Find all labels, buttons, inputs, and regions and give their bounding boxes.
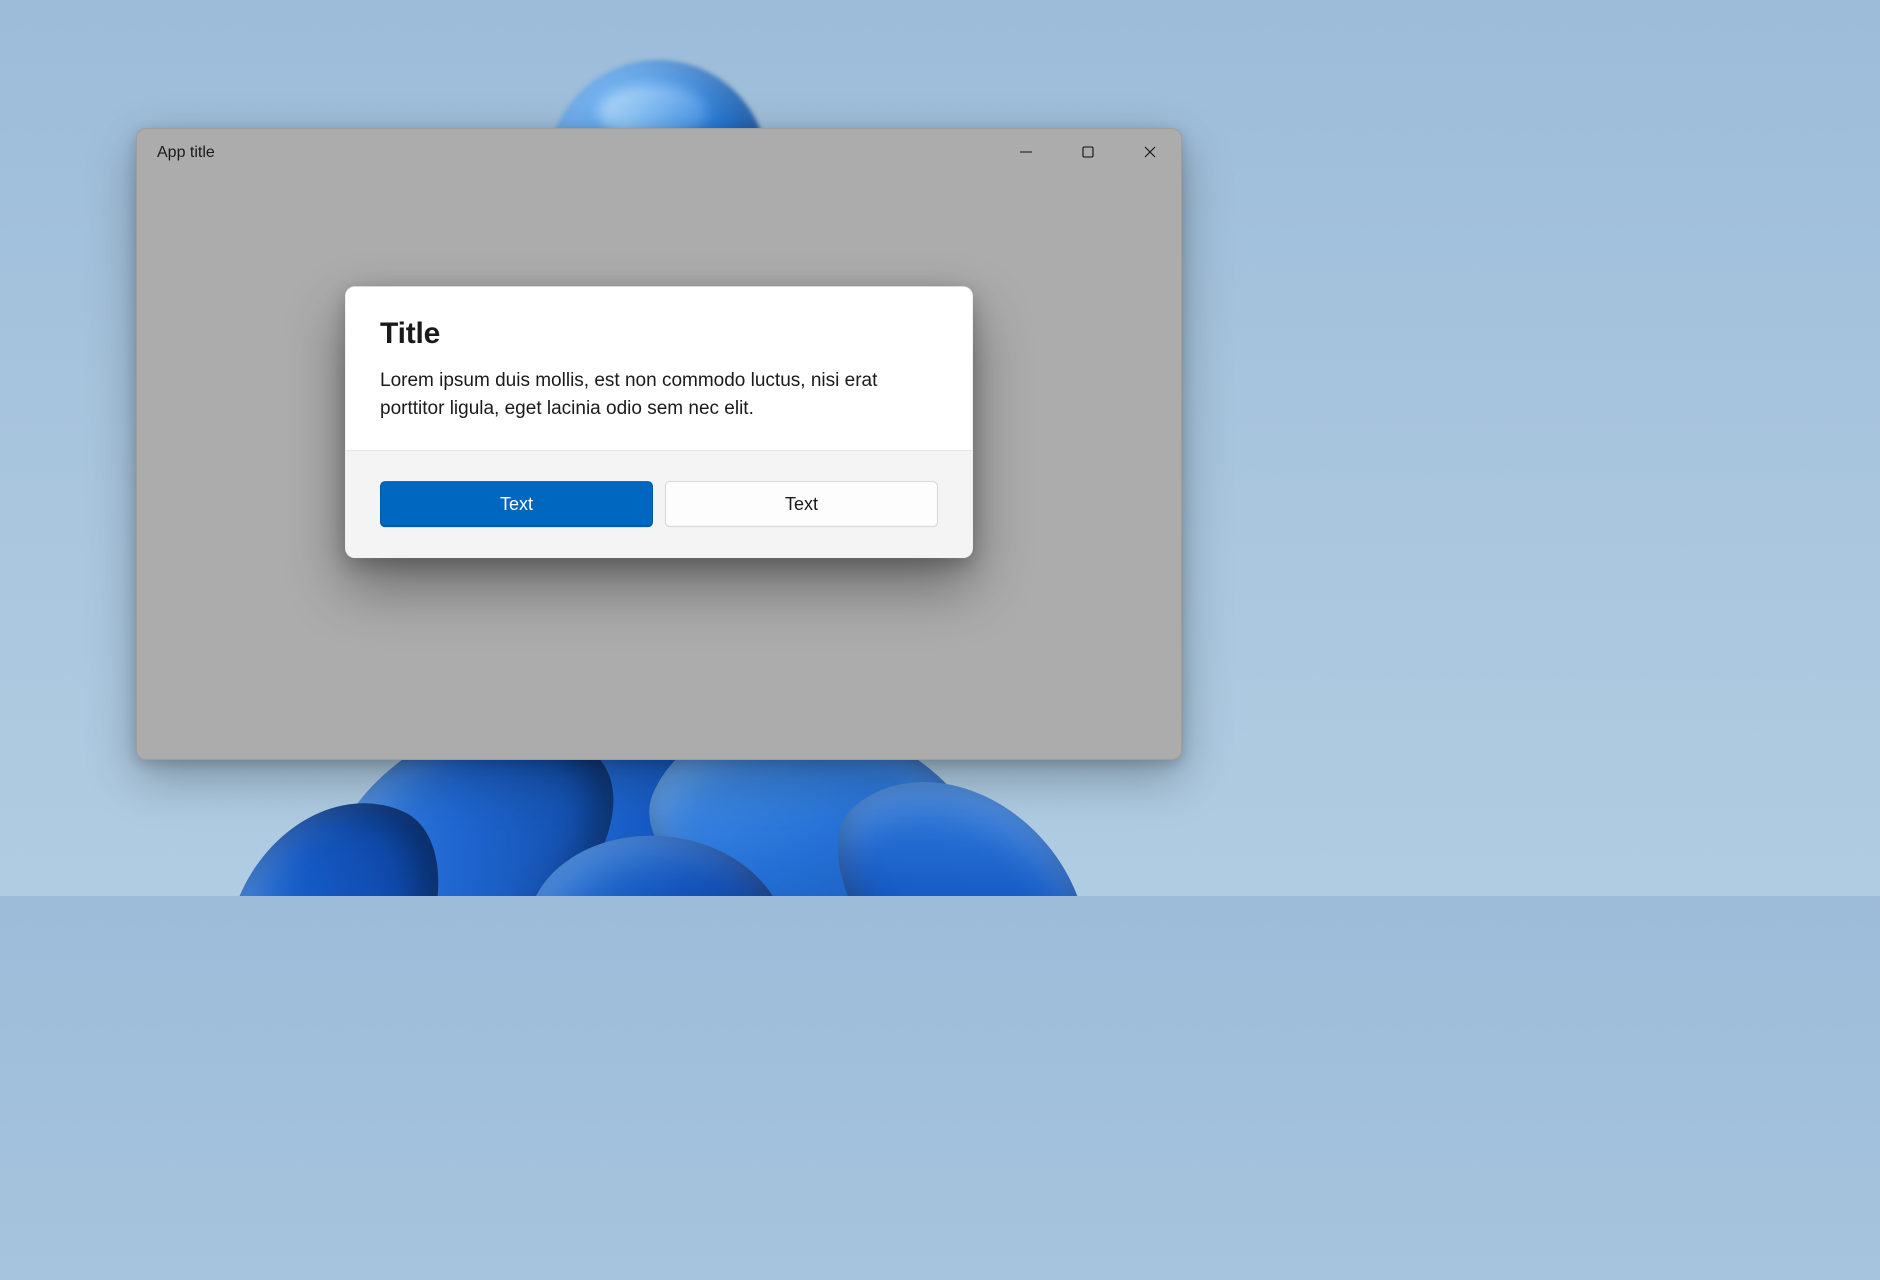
app-title: App title — [157, 144, 215, 162]
maximize-button[interactable] — [1057, 129, 1119, 177]
app-window: App title Title Lorem ipsum duis moll — [136, 128, 1182, 760]
dialog-secondary-button[interactable]: Text — [665, 481, 938, 527]
window-controls — [995, 129, 1181, 177]
minimize-button[interactable] — [995, 129, 1057, 177]
titlebar[interactable]: App title — [137, 129, 1181, 177]
content-dialog: Title Lorem ipsum duis mollis, est non c… — [345, 286, 973, 558]
dialog-body-text: Lorem ipsum duis mollis, est non commodo… — [380, 367, 938, 422]
close-button[interactable] — [1119, 129, 1181, 177]
dialog-title: Title — [380, 317, 938, 351]
maximize-icon — [1081, 145, 1095, 162]
dialog-content: Title Lorem ipsum duis mollis, est non c… — [346, 287, 972, 450]
dialog-primary-button[interactable]: Text — [380, 481, 653, 527]
dialog-actions: Text Text — [346, 450, 972, 557]
minimize-icon — [1019, 145, 1033, 162]
close-icon — [1143, 145, 1157, 162]
